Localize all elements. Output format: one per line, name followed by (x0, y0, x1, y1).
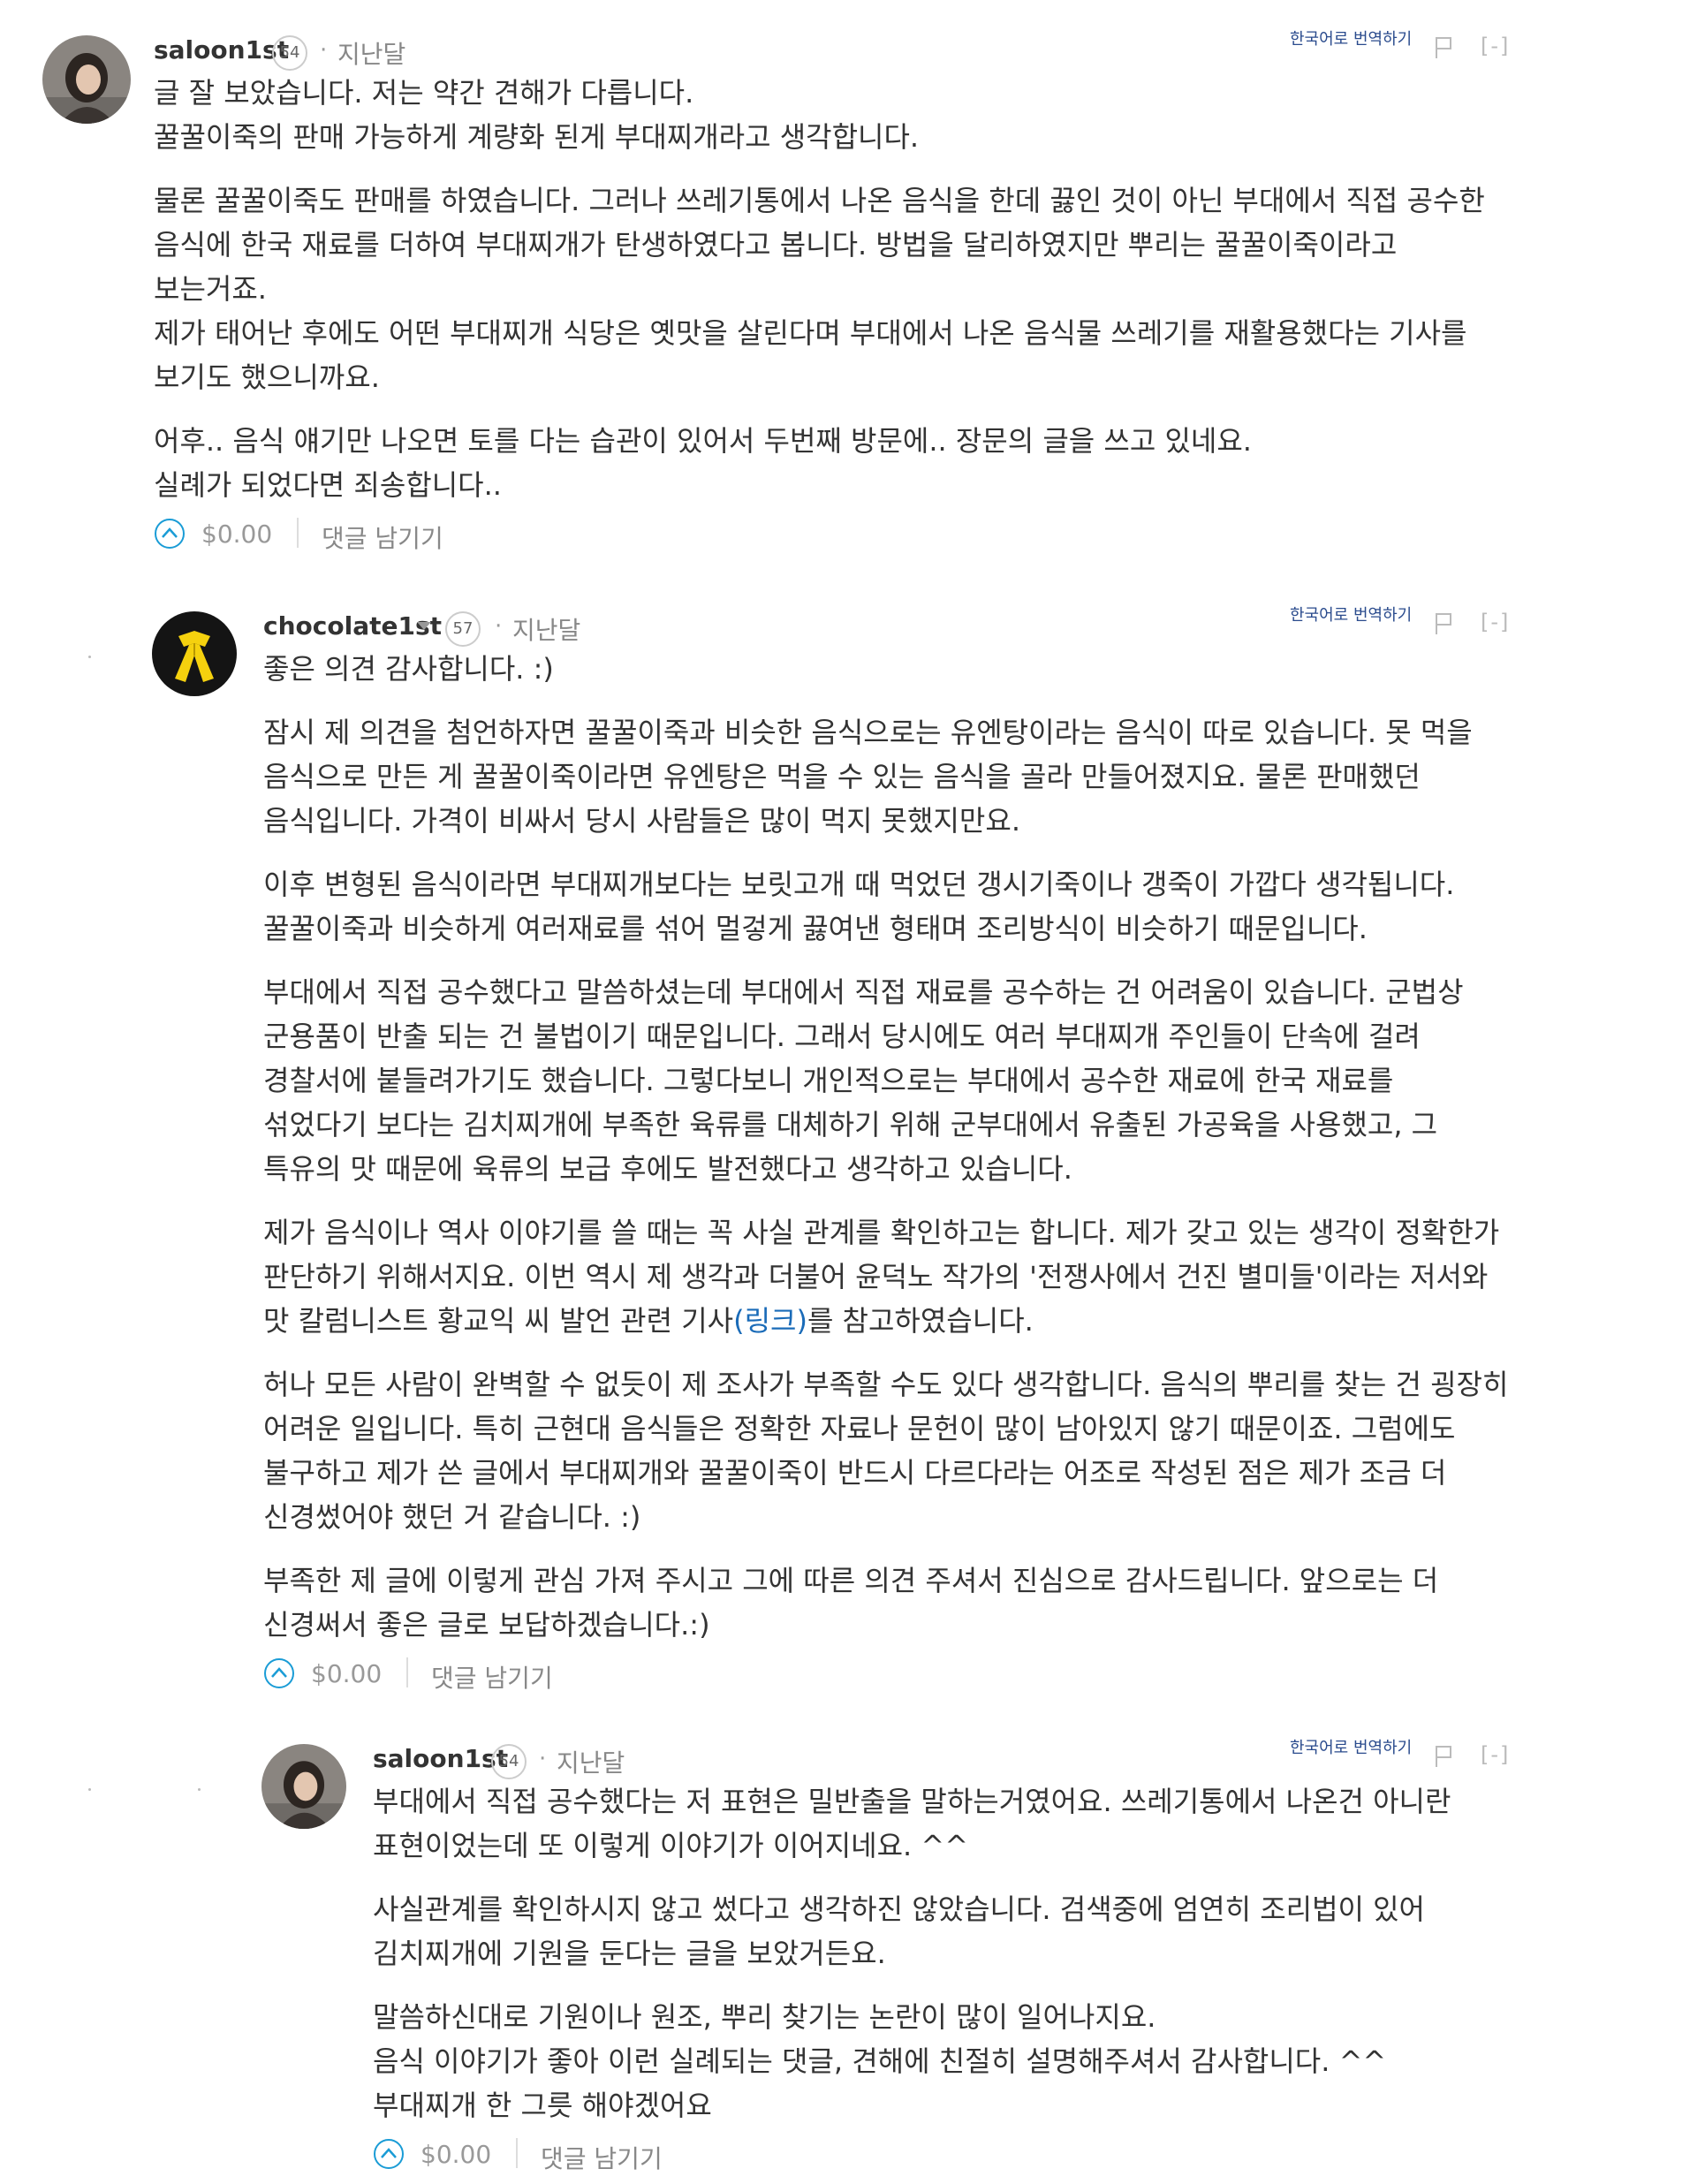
text-line: 부대에서 직접 공수했다고 말씀하셨는데 부대에서 직접 재료를 공수하는 건 … (263, 975, 1464, 1009)
user-avatar[interactable] (42, 35, 131, 124)
source-link[interactable]: (링크) (733, 1304, 807, 1338)
comment-header: saloon1st 54 · 지난달 한국어로 번역하기 [-] (154, 27, 1560, 71)
text-line: 어려운 일입니다. 특히 근현대 음식들은 정확한 자료나 문헌이 많이 남아있… (263, 1412, 1456, 1445)
text-line: 꿀꿀이죽의 판매 가능하게 계량화 된게 부대찌개라고 생각합니다. (154, 120, 920, 154)
text-line: 보기도 했으니까요. (154, 360, 380, 394)
text-line: 꿀꿀이죽과 비슷하게 여러재료를 섞어 멀겋게 끓여낸 형태며 조리방식이 비슷… (263, 912, 1368, 945)
text-line: 음식에 한국 재료를 더하여 부대찌개가 탄생하였다고 봅니다. 방법을 달리하… (154, 228, 1398, 262)
collapse-toggle[interactable]: [-] (1481, 34, 1510, 58)
link-text[interactable]: 링크 (745, 1304, 797, 1338)
divider (516, 2138, 518, 2168)
text-line: 제가 태어난 후에도 어떤 부대찌개 식당은 옛맛을 살린다며 부대에서 나온 … (154, 316, 1467, 350)
flag-icon[interactable] (1433, 35, 1454, 64)
comment-text: 글 잘 보았습니다. 저는 약간 견해가 다릅니다. 꿀꿀이죽의 판매 가능하게… (154, 71, 1560, 507)
comment-body: saloon1st 54 · 지난달 한국어로 번역하기 [-] 부대에서 직접… (373, 1735, 1560, 2180)
separator-dot: · (539, 1746, 547, 1772)
flag-icon[interactable] (1433, 611, 1454, 640)
flag-icon[interactable] (1433, 1744, 1454, 1772)
text-line: 판단하기 위해서지요. 이번 역시 제 생각과 더불어 윤덕노 작가의 '전쟁사… (263, 1260, 1489, 1293)
text-line: 허나 모든 사람이 완벽할 수 없듯이 제 조사가 부족할 수도 있다 생각합니… (263, 1368, 1509, 1401)
comment-header: chocolate1st 57 · 지난달 한국어로 번역하기 [-] (263, 603, 1560, 647)
user-avatar[interactable] (152, 611, 237, 696)
separator-dot: · (495, 613, 503, 640)
reply-link[interactable]: 댓글 남기기 (431, 1659, 553, 1695)
translate-link[interactable]: 한국어로 번역하기 (1290, 603, 1412, 626)
text-line: 표현이었는데 또 이렇게 이야기가 이어지네요. ^^ (373, 1829, 969, 1862)
text-line: 잠시 제 의견을 첨언하자면 꿀꿀이죽과 비슷한 음식으로는 유엔탕이라는 음식… (263, 716, 1473, 749)
yellow-ribbon-icon (152, 611, 237, 696)
text-line: 김치찌개에 기원을 둔다는 글을 보았거든요. (373, 1937, 886, 1970)
text-line: 실례가 되었다면 죄송합니다.. (154, 468, 502, 502)
text-line: 음식입니다. 가격이 비싸서 당시 사람들은 많이 먹지 못했지만요. (263, 804, 1020, 838)
text-line: 부대찌개 한 그릇 해야겠어요 (373, 2089, 712, 2122)
comment-text: 좋은 의견 감사합니다. :) 잠시 제 의견을 첨언하자면 꿀꿀이죽과 비슷한… (263, 647, 1560, 1647)
text-line: 제가 음식이나 역사 이야기를 쓸 때는 꼭 사실 관계를 확인하고는 합니다.… (263, 1216, 1500, 1249)
divider (406, 1657, 408, 1687)
text-line: 경찰서에 붙들려가기도 했습니다. 그렇다보니 개인적으로는 부대에서 공수한 … (263, 1064, 1394, 1097)
text-line: 부족한 제 글에 이렇게 관심 가져 주시고 그에 따른 의견 주셔서 진심으로… (263, 1564, 1439, 1597)
reputation-badge: 57 (445, 611, 481, 647)
text-line: 사실관계를 확인하시지 않고 썼다고 생각하진 않았습니다. 검색중에 엄연히 … (373, 1892, 1426, 1926)
text-fragment: 맛 칼럼니스트 황교익 씨 발언 관련 기사 (263, 1304, 734, 1338)
text-line: 음식 이야기가 좋아 이런 실례되는 댓글, 견해에 친절히 설명해주셔서 감사… (373, 2044, 1387, 2078)
text-line: 신경썼어야 했던 거 같습니다. :) (263, 1500, 641, 1534)
text-line: 어후.. 음식 얘기만 나오면 토를 다는 습관이 있어서 두번째 방문에.. … (154, 424, 1252, 458)
translate-link[interactable]: 한국어로 번역하기 (1290, 1735, 1412, 1758)
upvote-icon[interactable] (154, 518, 186, 553)
text-fragment: 를 참고하였습니다. (807, 1304, 1034, 1338)
collapse-toggle[interactable]: [-] (1481, 1742, 1510, 1767)
divider (297, 518, 299, 548)
comment-body: saloon1st 54 · 지난달 한국어로 번역하기 [-] 글 잘 보았습… (154, 27, 1560, 560)
text-line: 섞었다기 보다는 김치찌개에 부족한 육류를 대체하기 위해 군부대에서 유출된… (263, 1108, 1438, 1141)
comment-footer: $0.00 댓글 남기기 (373, 2127, 1560, 2180)
text-line: 말씀하신대로 기원이나 원조, 뿌리 찾기는 논란이 많이 일어나지요. (373, 2000, 1156, 2034)
user-avatar[interactable] (261, 1744, 346, 1829)
timestamp[interactable]: 지난달 (557, 1744, 625, 1779)
upvote-icon[interactable] (263, 1657, 295, 1693)
text-line: 음식으로 만든 게 꿀꿀이죽이라면 유엔탕은 먹을 수 있는 음식을 골라 만들… (263, 760, 1421, 793)
payout-value[interactable]: $0.00 (311, 1659, 382, 1688)
text-line: 좋은 의견 감사합니다. :) (263, 652, 554, 686)
user-photo-icon (42, 35, 131, 124)
upvote-icon[interactable] (373, 2138, 405, 2173)
reputation-badge: 54 (272, 35, 307, 71)
speck (88, 656, 91, 658)
translate-link[interactable]: 한국어로 번역하기 (1290, 27, 1412, 49)
comment-footer: $0.00 댓글 남기기 (263, 1647, 1560, 1700)
text-line: 물론 꿀꿀이죽도 판매를 하였습니다. 그러나 쓰레기통에서 나온 음식을 한데… (154, 184, 1485, 217)
text-line: 보는거죠. (154, 272, 267, 306)
text-line: 글 잘 보았습니다. 저는 약간 견해가 다릅니다. (154, 76, 694, 110)
comment-footer: $0.00 댓글 남기기 (154, 507, 1560, 560)
speck (198, 1788, 201, 1791)
text-line: 이후 변형된 음식이라면 부대찌개보다는 보릿고개 때 먹었던 갱시기죽이나 갱… (263, 868, 1455, 901)
comment-body: chocolate1st 57 · 지난달 한국어로 번역하기 [-] 좋은 의… (263, 603, 1560, 1700)
reputation-badge: 54 (491, 1744, 527, 1779)
link-paren: ( (733, 1304, 745, 1338)
timestamp[interactable]: 지난달 (512, 611, 580, 647)
author-name[interactable]: saloon1st (373, 1744, 508, 1773)
text-line: 신경써서 좋은 글로 보답하겠습니다.:) (263, 1608, 710, 1642)
separator-dot: · (320, 37, 328, 64)
text-line: 맛 칼럼니스트 황교익 씨 발언 관련 기사(링크)를 참고하였습니다. (263, 1299, 1560, 1343)
author-name[interactable]: chocolate1st (263, 611, 442, 641)
text-line: 군용품이 반출 되는 건 불법이기 때문입니다. 그래서 당시에도 여러 부대찌… (263, 1020, 1421, 1053)
author-name[interactable]: saloon1st (154, 35, 289, 64)
text-line: 불구하고 제가 쓴 글에서 부대찌개와 꿀꿀이죽이 반드시 다르다라는 어조로 … (263, 1456, 1447, 1490)
caret-down-icon[interactable] (417, 622, 431, 630)
comment-text: 부대에서 직접 공수했다는 저 표현은 밀반출을 말하는거였어요. 쓰레기통에서… (373, 1779, 1560, 2127)
link-paren: ) (796, 1304, 807, 1338)
comment-header: saloon1st 54 · 지난달 한국어로 번역하기 [-] (373, 1735, 1560, 1779)
collapse-toggle[interactable]: [-] (1481, 610, 1510, 634)
reply-link[interactable]: 댓글 남기기 (322, 519, 443, 555)
speck (88, 1788, 91, 1791)
timestamp[interactable]: 지난달 (337, 35, 405, 71)
text-line: 특유의 맛 때문에 육류의 보급 후에도 발전했다고 생각하고 있습니다. (263, 1152, 1072, 1186)
payout-value[interactable]: $0.00 (421, 2140, 491, 2169)
user-photo-icon (261, 1744, 346, 1829)
reply-link[interactable]: 댓글 남기기 (541, 2140, 663, 2175)
payout-value[interactable]: $0.00 (201, 519, 272, 549)
text-line: 부대에서 직접 공수했다는 저 표현은 밀반출을 말하는거였어요. 쓰레기통에서… (373, 1785, 1451, 1818)
